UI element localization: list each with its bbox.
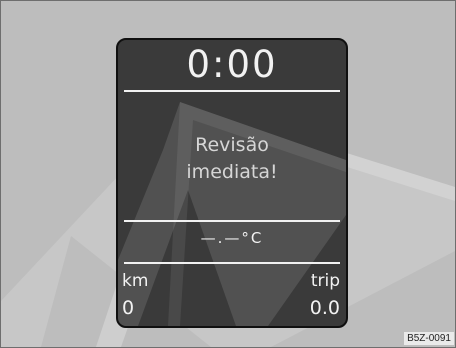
service-message-line1: Revisão xyxy=(195,134,269,156)
clock-readout: 0:00 xyxy=(186,43,278,86)
odometer-value: 0 xyxy=(122,297,135,319)
illustration-frame: 0:00 Revisão imediata! —.—°C km 0 trip 0… xyxy=(0,0,456,348)
image-code: B5Z-0091 xyxy=(404,332,454,345)
divider-top xyxy=(124,90,340,92)
divider-middle xyxy=(124,220,340,222)
instrument-display: 0:00 Revisão imediata! —.—°C km 0 trip 0… xyxy=(116,38,348,328)
divider-bottom xyxy=(124,262,340,264)
odometer-label: km xyxy=(122,271,149,291)
trip-label: trip xyxy=(310,271,340,291)
service-message-line2: imediata! xyxy=(186,161,278,183)
service-message: Revisão imediata! xyxy=(118,132,346,186)
temperature-readout: —.—°C xyxy=(200,229,264,247)
trip-value: 0.0 xyxy=(309,297,340,319)
